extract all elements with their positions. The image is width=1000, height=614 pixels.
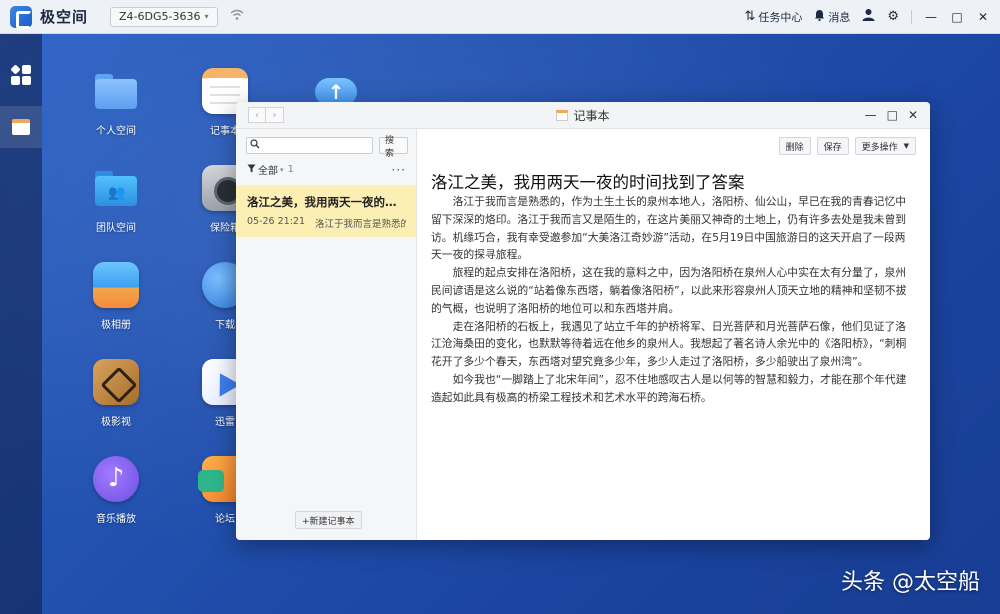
app-logo: 极空间 [10,5,89,29]
document-paragraph: 如今我也“一脚踏上了北宋年间”，忍不住地感叹古人是以何等的智慧和毅力，才能在那个… [431,372,907,404]
app-label: 个人空间 [96,126,136,137]
filter-icon [247,164,256,176]
team-folder-icon: 👥 [93,165,139,211]
photo-icon [93,262,139,308]
back-button[interactable]: ‹ [248,107,266,123]
task-center-label: 任务中心 [758,10,803,24]
desktop-app-video[interactable]: 极影视 [76,359,156,428]
notepad-window: ‹ › 记事本 — □ ✕ 搜索 全部 ▾ 1 ··· 洛江之美，我用两天一夜的… [236,102,930,540]
dock [0,34,42,614]
app-label: 极相册 [101,320,131,331]
watermark: 头条 @太空船 [841,570,980,595]
note-list-item[interactable]: 洛江之美，我用两天一夜的时间找到了答案 05-26 21:21 洛江于我而言是熟… [236,185,416,237]
notepad-icon [12,119,30,135]
chevron-down-icon: ▾ [204,12,209,21]
top-bar: 极空间 Z4-6DG5-3636 ▾ ⇅ 任务中心 消息 ⚙ — □ ✕ [0,0,1000,34]
window-titlebar[interactable]: ‹ › 记事本 — □ ✕ [236,102,930,129]
music-icon [93,456,139,502]
search-input[interactable] [262,140,372,151]
desktop-app-music[interactable]: 音乐播放 [76,456,156,525]
divider [911,9,912,24]
delete-button[interactable]: 删除 [778,137,811,155]
document-paragraph: 走在洛阳桥的石板上，我遇见了站立千年的护桥将军、日光菩萨和月光菩萨石像，他们见证… [431,319,907,369]
dock-apps-button[interactable] [0,54,42,96]
note-count: 1 [287,164,294,175]
apps-grid-icon [10,64,31,85]
notes-sidebar: 搜索 全部 ▾ 1 ··· 洛江之美，我用两天一夜的时间找到了答案 05-26 … [236,129,417,540]
window-minimize-button[interactable]: — [865,108,877,122]
close-button[interactable]: ✕ [976,10,990,24]
note-item-date: 05-26 21:21 [247,216,306,227]
search-button[interactable]: 搜索 [379,136,408,159]
wifi-icon [230,9,244,25]
app-label: 音乐播放 [96,514,136,525]
minimize-button[interactable]: — [924,10,938,24]
search-input-wrapper[interactable] [246,137,373,154]
search-icon [250,139,260,152]
new-note-button[interactable]: +新建记事本 [295,511,362,529]
filter-dropdown[interactable]: 全部 [258,162,278,177]
notepad-icon [556,109,569,121]
document-paragraph: 洛江于我而言是熟悉的，作为土生土长的泉州本地人，洛阳桥、仙公山，早已在我的青春记… [431,195,907,262]
video-icon [93,359,139,405]
dock-notepad-button[interactable] [0,106,42,148]
caret-down-icon: ▼ [903,142,909,150]
app-label: 团队空间 [96,223,136,234]
transfer-icon: ⇅ [744,9,756,24]
desktop-app-personal-space[interactable]: 个人空间 [76,68,156,137]
note-editor[interactable]: 删除 保存 更多操作 ▼ 洛江之美，我用两天一夜的时间找到了答案 洛江于我而言是… [417,129,930,540]
document-body[interactable]: 洛江于我而言是熟悉的，作为土生土长的泉州本地人，洛阳桥、仙公山，早已在我的青春记… [431,193,913,407]
messages-button[interactable]: 消息 [814,9,850,25]
app-name: 极空间 [40,8,89,26]
logo-icon [10,5,32,29]
folder-icon [93,68,139,114]
gear-icon[interactable]: ⚙ [887,9,899,24]
desktop-app-photos[interactable]: 极相册 [76,262,156,331]
note-item-title: 洛江之美，我用两天一夜的时间找到了答案 [247,195,406,209]
device-name: Z4-6DG5-3636 [119,10,201,23]
app-label: 极影视 [101,417,131,428]
more-actions-button[interactable]: 更多操作 ▼ [854,137,916,155]
more-actions-label: 更多操作 [861,142,898,153]
bell-icon [814,9,825,25]
maximize-button[interactable]: □ [950,10,964,24]
messages-label: 消息 [828,10,851,24]
save-button[interactable]: 保存 [816,137,849,155]
more-options-icon[interactable]: ··· [392,163,406,177]
forward-button[interactable]: › [266,107,284,123]
document-title[interactable]: 洛江之美，我用两天一夜的时间找到了答案 [431,169,745,193]
chevron-down-icon: ▾ [280,165,284,174]
window-maximize-button[interactable]: □ [887,108,898,122]
window-title: 记事本 [573,108,610,123]
document-paragraph: 旅程的起点安排在洛阳桥，这在我的意料之中，因为洛阳桥在泉州人心中实在太有分量了，… [431,266,907,315]
window-close-button[interactable]: ✕ [908,108,918,122]
note-item-preview: 洛江于我而言是熟悉的，作为土生土长的泉州本地人 [315,219,406,230]
device-selector[interactable]: Z4-6DG5-3636 ▾ [110,6,218,27]
user-icon[interactable] [862,8,875,25]
task-center-button[interactable]: ⇅ 任务中心 [744,9,802,25]
desktop-app-team-space[interactable]: 👥 团队空间 [76,165,156,234]
